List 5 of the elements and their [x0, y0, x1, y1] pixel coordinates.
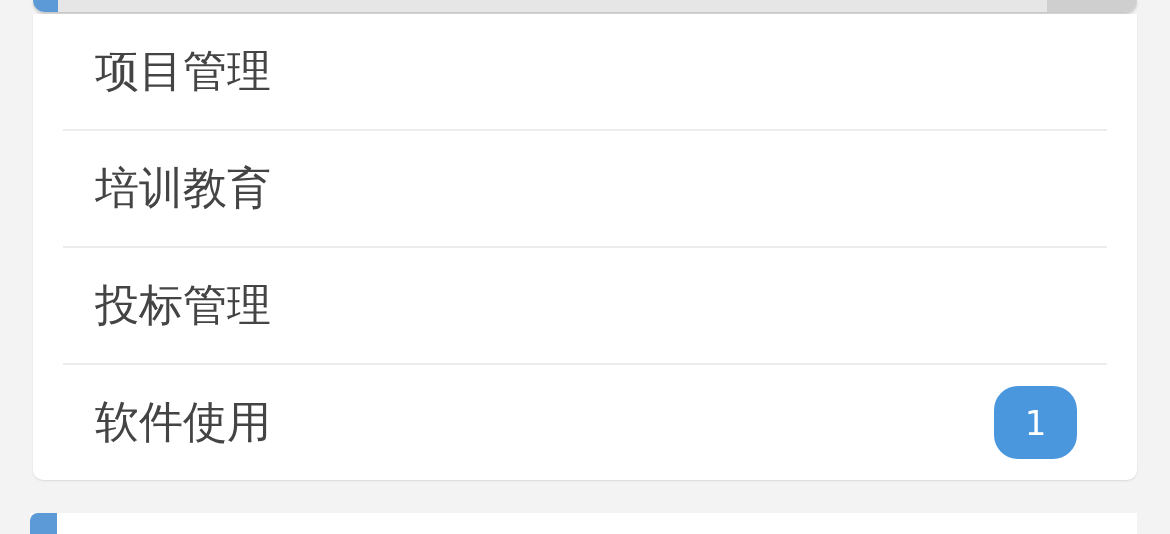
forum-list-item[interactable]: 投标管理	[63, 248, 1107, 363]
forum-list-item[interactable]: 培训教育	[63, 131, 1107, 246]
forum-list-item[interactable]: 项目管理	[63, 14, 1107, 129]
forum-list-item[interactable]: 软件使用 1	[63, 365, 1107, 480]
count-badge: 1	[994, 386, 1077, 459]
